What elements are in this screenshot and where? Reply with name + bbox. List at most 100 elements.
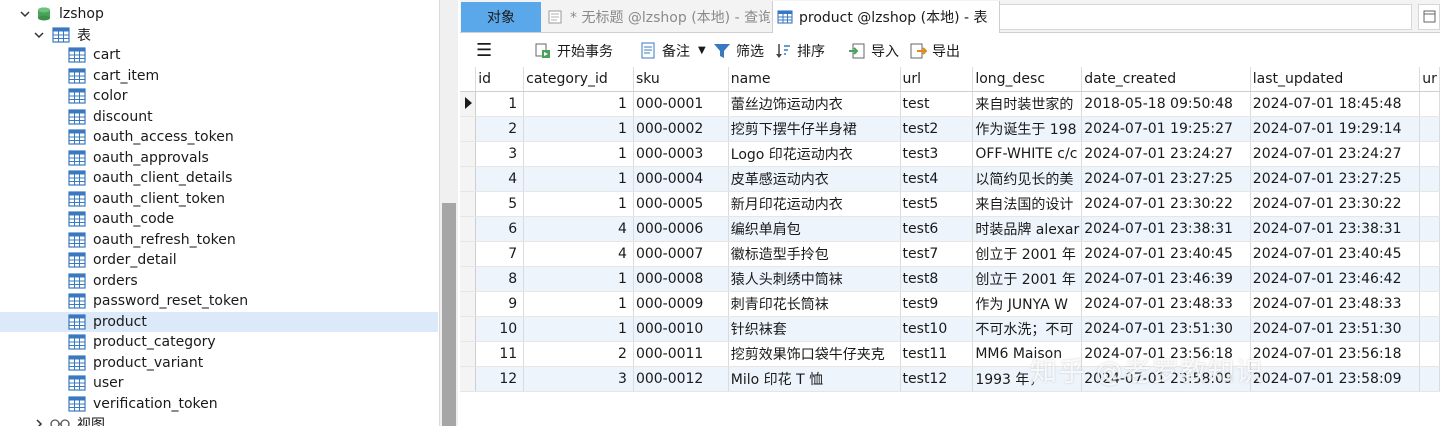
cell-date-created[interactable]: 2024-07-01 23:38:31 — [1081, 216, 1251, 242]
cell-category-id[interactable]: 2 — [523, 341, 634, 367]
cell-date-created[interactable]: 2024-07-01 23:46:39 — [1081, 266, 1251, 292]
tab-product-table[interactable]: product @lzshop (本地) - 表 — [772, 1, 1000, 33]
table-row[interactable]: 3 1 000-0003 Logo 印花运动内衣 test3 OFF-WHITE c/c 2… — [460, 141, 1440, 167]
table-row[interactable]: 1 1 000-0001 蕾丝边饰运动内衣 test 来自时装世家的 2018-05-18 … — [460, 91, 1440, 117]
table-row[interactable]: 8 1 000-0008 猿人头刺绣中筒袜 test8 创立于 2001 年 2024-07… — [460, 266, 1440, 292]
cell-id[interactable]: 9 — [475, 291, 525, 317]
cell-last-updated[interactable]: 2024-07-01 23:51:30 — [1250, 316, 1421, 342]
cell-category-id[interactable]: 4 — [523, 216, 634, 242]
cell-last-updated[interactable]: 2024-07-01 23:27:25 — [1250, 166, 1421, 192]
table-item-product-variant[interactable]: product_variant — [0, 353, 438, 374]
table-item-cart-item[interactable]: cart_item — [0, 66, 438, 87]
table-item-orders[interactable]: orders — [0, 271, 438, 292]
table-row[interactable]: 12 3 000-0012 Milo 印花 T 恤 test12 1993 年， 2024-… — [460, 366, 1440, 392]
tree-node-views-folder[interactable]: 视图 — [0, 414, 438, 426]
cell-category-id[interactable]: 1 — [523, 166, 634, 192]
cell-ur[interactable] — [1419, 291, 1440, 317]
cell-long-desc[interactable]: 来自时装世家的 — [972, 91, 1083, 117]
table-item-verification-token[interactable]: verification_token — [0, 394, 438, 415]
row-indicator[interactable] — [460, 316, 477, 342]
table-item-user[interactable]: user — [0, 373, 438, 394]
cell-ur[interactable] — [1419, 191, 1440, 217]
cell-last-updated[interactable]: 2024-07-01 19:29:14 — [1250, 116, 1421, 142]
cell-long-desc[interactable]: 作为诞生于 198 — [972, 116, 1083, 142]
table-row[interactable]: 6 4 000-0006 编织单肩包 test6 时装品牌 alexar 2024-07-0… — [460, 216, 1440, 242]
cell-sku[interactable]: 000-0002 — [633, 116, 729, 142]
row-indicator[interactable] — [460, 266, 477, 292]
table-item-oauth-client-token[interactable]: oauth_client_token — [0, 189, 438, 210]
menu-button[interactable]: ☰ — [476, 34, 492, 67]
cell-long-desc[interactable]: 不可水洗；不可 — [972, 316, 1083, 342]
cell-long-desc[interactable]: 创立于 2001 年 — [972, 241, 1083, 267]
cell-ur[interactable] — [1419, 366, 1440, 392]
cell-category-id[interactable]: 1 — [523, 316, 634, 342]
cell-id[interactable]: 5 — [475, 191, 525, 217]
cell-date-created[interactable]: 2024-07-01 23:30:22 — [1081, 191, 1251, 217]
table-item-oauth-refresh-token[interactable]: oauth_refresh_token — [0, 230, 438, 251]
cell-last-updated[interactable]: 2024-07-01 23:30:22 — [1250, 191, 1421, 217]
cell-long-desc[interactable]: 作为 JUNYA W — [972, 291, 1083, 317]
cell-id[interactable]: 2 — [475, 116, 525, 142]
row-indicator[interactable] — [460, 291, 477, 317]
cell-sku[interactable]: 000-0003 — [633, 141, 729, 167]
begin-transaction-button[interactable]: 开始事务 — [534, 34, 613, 67]
cell-category-id[interactable]: 1 — [523, 291, 634, 317]
cell-date-created[interactable]: 2024-07-01 23:27:25 — [1081, 166, 1251, 192]
import-button[interactable]: 导入 — [848, 34, 899, 67]
table-row[interactable]: 2 1 000-0002 挖剪下摆牛仔半身裙 test2 作为诞生于 198 2024-07… — [460, 116, 1440, 142]
cell-ur[interactable] — [1419, 266, 1440, 292]
cell-category-id[interactable]: 1 — [523, 91, 634, 117]
cell-last-updated[interactable]: 2024-07-01 23:46:42 — [1250, 266, 1421, 292]
table-row[interactable]: 4 1 000-0004 皮革感运动内衣 test4 以简约见长的美 2024-07-01 … — [460, 166, 1440, 192]
cell-id[interactable]: 7 — [475, 241, 525, 267]
cell-name[interactable]: 皮革感运动内衣 — [728, 166, 901, 192]
cell-name[interactable]: 徽标造型手拎包 — [728, 241, 901, 267]
cell-sku[interactable]: 000-0008 — [633, 266, 729, 292]
cell-url[interactable]: test11 — [900, 341, 974, 367]
note-button[interactable]: 备注 ▼ — [639, 34, 706, 67]
cell-ur[interactable] — [1419, 116, 1440, 142]
row-indicator[interactable] — [460, 191, 477, 217]
tab-overflow-button[interactable] — [1418, 4, 1440, 30]
cell-last-updated[interactable]: 2024-07-01 23:40:45 — [1250, 241, 1421, 267]
table-row[interactable]: 5 1 000-0005 新月印花运动内衣 test5 来自法国的设计 2024-07-01… — [460, 191, 1440, 217]
row-indicator[interactable] — [460, 216, 477, 242]
cell-long-desc[interactable]: 以简约见长的美 — [972, 166, 1083, 192]
table-item-oauth-access-token[interactable]: oauth_access_token — [0, 127, 438, 148]
cell-sku[interactable]: 000-0012 — [633, 366, 729, 392]
table-item-product[interactable]: product — [0, 311, 438, 332]
cell-long-desc[interactable]: OFF-WHITE c/c — [972, 141, 1083, 167]
column-header-date-created[interactable]: date_created — [1081, 67, 1251, 92]
cell-ur[interactable] — [1419, 166, 1440, 192]
table-item-oauth-client-details[interactable]: oauth_client_details — [0, 168, 438, 189]
table-item-discount[interactable]: discount — [0, 107, 438, 128]
row-indicator[interactable] — [460, 341, 477, 367]
cell-last-updated[interactable]: 2024-07-01 23:24:27 — [1250, 141, 1421, 167]
table-item-product-category[interactable]: product_category — [0, 332, 438, 353]
cell-url[interactable]: test8 — [900, 266, 974, 292]
table-row[interactable]: 10 1 000-0010 针织袜套 test10 不可水洗；不可 2024-07-01 2… — [460, 316, 1440, 342]
cell-long-desc[interactable]: 时装品牌 alexar — [972, 216, 1083, 242]
cell-category-id[interactable]: 1 — [523, 266, 634, 292]
cell-sku[interactable]: 000-0010 — [633, 316, 729, 342]
tab-query[interactable]: * 无标题 @lzshop (本地) - 查询 — [544, 2, 770, 32]
cell-date-created[interactable]: 2024-07-01 23:58:09 — [1081, 366, 1251, 392]
table-item-order-detail[interactable]: order_detail — [0, 250, 438, 271]
cell-sku[interactable]: 000-0001 — [633, 91, 729, 117]
cell-sku[interactable]: 000-0006 — [633, 216, 729, 242]
table-row[interactable]: 9 1 000-0009 刺青印花长筒袜 test9 作为 JUNYA W 2024-07-… — [460, 291, 1440, 317]
cell-ur[interactable] — [1419, 241, 1440, 267]
cell-id[interactable]: 10 — [475, 316, 525, 342]
cell-url[interactable]: test4 — [900, 166, 974, 192]
cell-id[interactable]: 6 — [475, 216, 525, 242]
cell-name[interactable]: Milo 印花 T 恤 — [728, 366, 901, 392]
cell-sku[interactable]: 000-0009 — [633, 291, 729, 317]
cell-url[interactable]: test12 — [900, 366, 974, 392]
cell-sku[interactable]: 000-0011 — [633, 341, 729, 367]
chevron-right-icon[interactable] — [32, 417, 46, 426]
cell-id[interactable]: 1 — [475, 91, 525, 117]
row-indicator[interactable] — [460, 166, 477, 192]
tab-objects[interactable]: 对象 — [461, 2, 541, 32]
cell-name[interactable]: 猿人头刺绣中筒袜 — [728, 266, 901, 292]
cell-name[interactable]: 挖剪下摆牛仔半身裙 — [728, 116, 901, 142]
